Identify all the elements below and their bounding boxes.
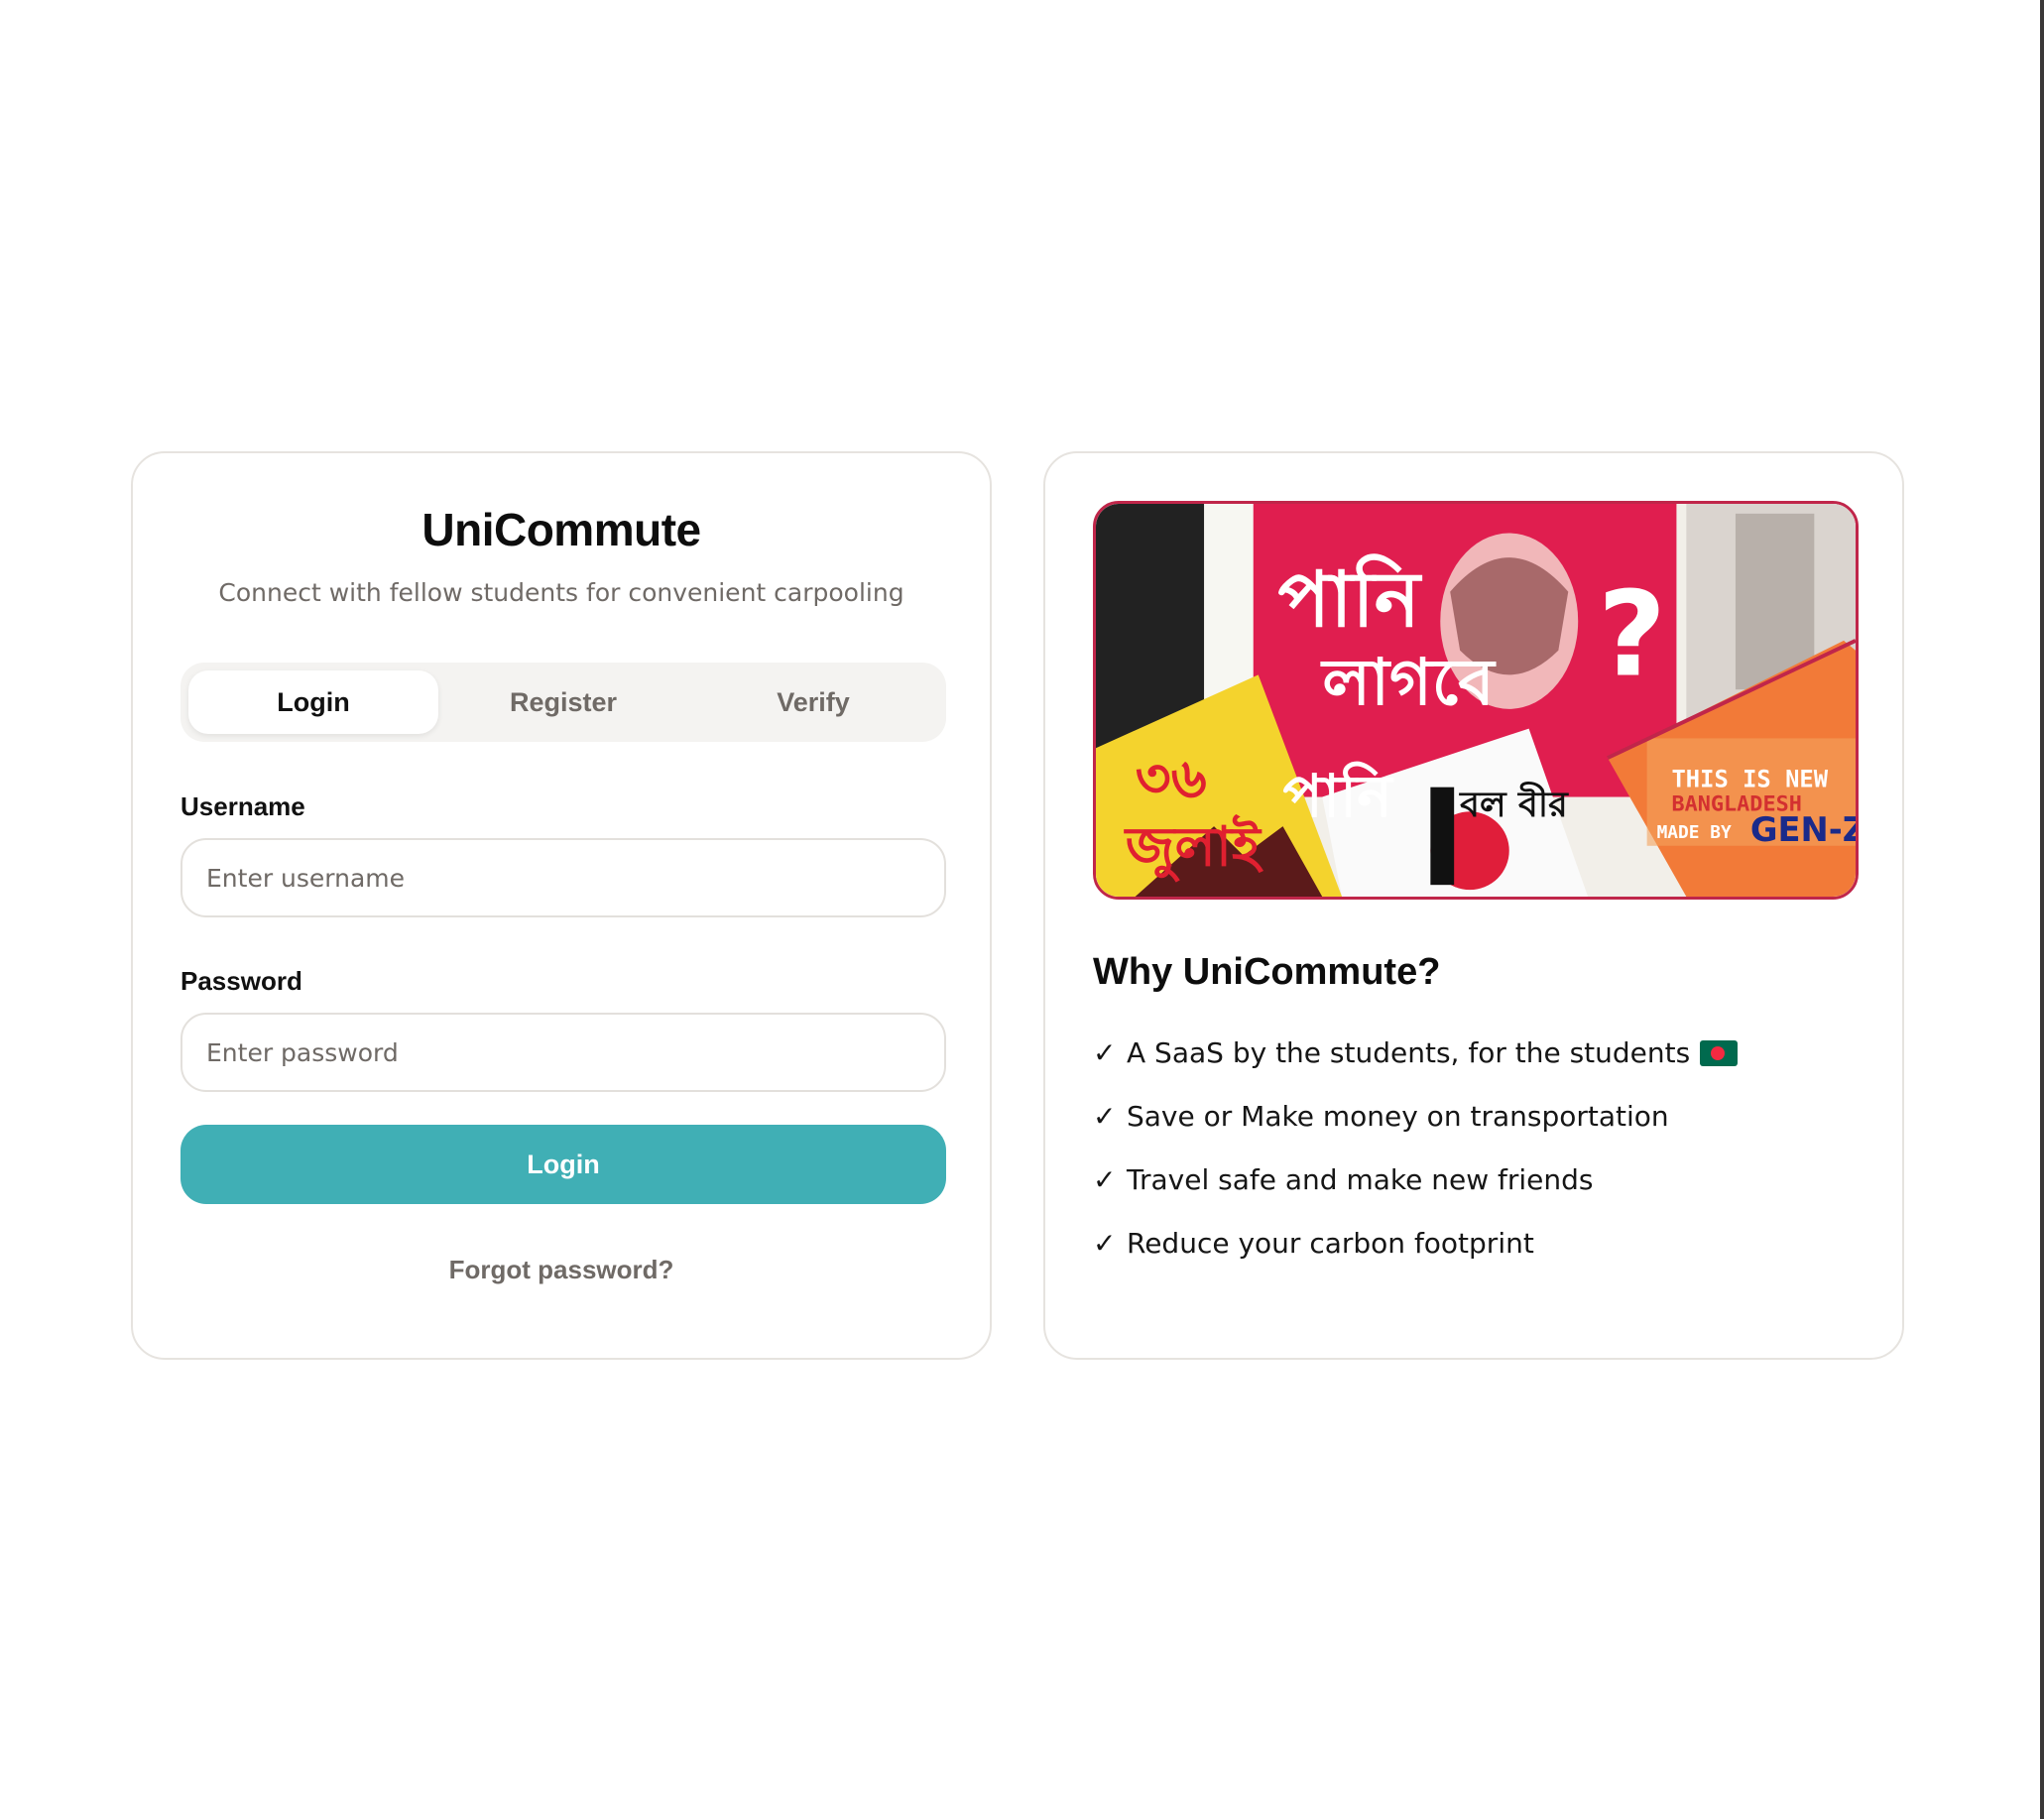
feature-item: ✓ Travel safe and make new friends [1093, 1163, 1738, 1227]
feature-text: A SaaS by the students, for the students [1127, 1036, 1691, 1069]
svg-text:জুলাই: জুলাই [1124, 814, 1263, 884]
why-title: Why UniCommute? [1093, 951, 1441, 993]
svg-text:৩৬: ৩৬ [1136, 748, 1207, 811]
password-input[interactable] [180, 1013, 946, 1092]
feature-item: ✓ Save or Make money on transportation [1093, 1100, 1738, 1163]
password-label: Password [180, 966, 302, 996]
tab-register[interactable]: Register [438, 670, 688, 734]
tab-login[interactable]: Login [188, 670, 438, 734]
check-icon: ✓ [1093, 1227, 1117, 1260]
hero-text-line-4: GEN-Z [1750, 810, 1856, 849]
svg-text:পানি: পানি [1278, 553, 1423, 645]
svg-text:?: ? [1598, 566, 1666, 702]
login-button[interactable]: Login [180, 1125, 946, 1204]
hero-image: পানি লাগবে ? ৩৬ জুলাই পানি বল বীর THIS I… [1093, 501, 1859, 900]
svg-text:লাগবে: লাগবে [1320, 645, 1497, 720]
svg-text:পানি: পানি [1283, 761, 1394, 830]
hero-text-line-1: THIS IS NEW [1671, 766, 1828, 793]
check-icon: ✓ [1093, 1163, 1117, 1196]
username-input[interactable] [180, 838, 946, 917]
app-title: UniCommute [421, 504, 701, 555]
bangladesh-flag-icon [1700, 1040, 1739, 1066]
login-page: UniCommute Connect with fellow students … [0, 0, 2044, 1819]
feature-list: ✓ A SaaS by the students, for the studen… [1093, 1036, 1739, 1290]
hero-text-line-3: MADE BY [1657, 822, 1733, 843]
feature-item: ✓ A SaaS by the students, for the studen… [1093, 1036, 1739, 1100]
feature-text: Travel safe and make new friends [1127, 1163, 1594, 1196]
window-edge [2040, 0, 2044, 1819]
svg-text:বল বীর: বল বীর [1458, 781, 1569, 825]
check-icon: ✓ [1093, 1036, 1117, 1069]
forgot-password-link[interactable]: Forgot password? [133, 1255, 990, 1285]
graffiti-mural-image: পানি লাগবে ? ৩৬ জুলাই পানি বল বীর THIS I… [1096, 504, 1856, 897]
feature-item: ✓ Reduce your carbon footprint [1093, 1227, 1738, 1290]
app-subtitle: Connect with fellow students for conveni… [218, 578, 904, 607]
feature-text: Save or Make money on transportation [1127, 1100, 1669, 1133]
auth-card: UniCommute Connect with fellow students … [131, 451, 992, 1360]
info-card: পানি লাগবে ? ৩৬ জুলাই পানি বল বীর THIS I… [1043, 451, 1904, 1360]
check-icon: ✓ [1093, 1100, 1117, 1133]
tab-verify[interactable]: Verify [688, 670, 938, 734]
auth-tabs: Login Register Verify [180, 663, 946, 742]
username-label: Username [180, 791, 305, 821]
feature-text: Reduce your carbon footprint [1127, 1227, 1534, 1260]
